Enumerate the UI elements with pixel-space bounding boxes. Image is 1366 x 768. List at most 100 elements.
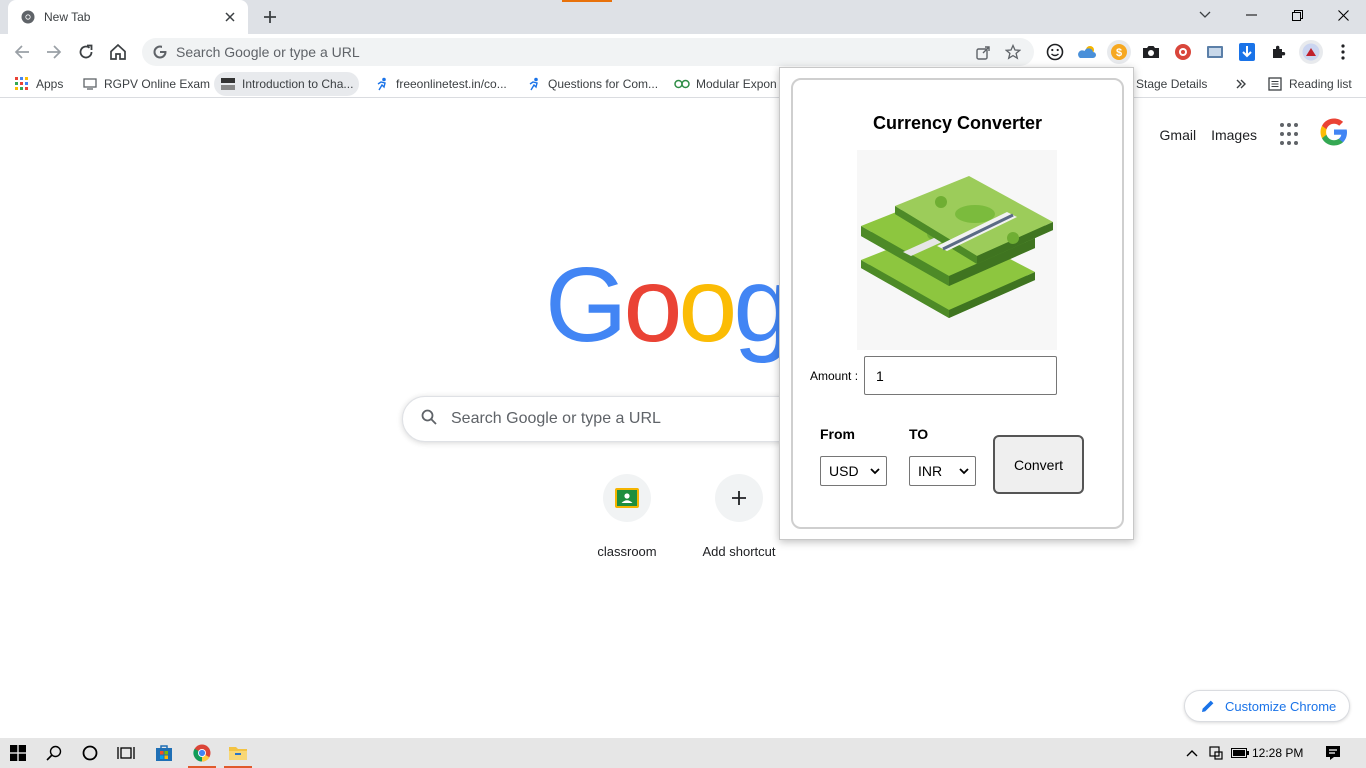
file-explorer-icon[interactable] xyxy=(220,738,256,768)
geeks-icon xyxy=(674,76,690,92)
taskbar-chrome-icon[interactable] xyxy=(184,738,220,768)
google-logo: Googl xyxy=(545,246,812,364)
classroom-icon xyxy=(603,474,651,522)
amount-value: 1 xyxy=(876,367,884,384)
currency-converter-extension-icon[interactable]: $ xyxy=(1107,40,1131,64)
cortana-icon[interactable] xyxy=(72,738,108,768)
more-bookmarks-chevron-icon[interactable] xyxy=(1230,72,1252,96)
ntp-search-placeholder: Search Google or type a URL xyxy=(451,410,661,427)
reload-icon[interactable] xyxy=(72,38,100,66)
bookmarks-bar: Apps RGPV Online Exam Introduction to Ch… xyxy=(0,70,1366,98)
download-extension-icon[interactable] xyxy=(1235,40,1259,64)
bookmark-label: RGPV Online Exam xyxy=(104,77,211,91)
bookmark-introduction-to-cha[interactable]: Introduction to Cha... xyxy=(214,72,360,96)
customize-label: Customize Chrome xyxy=(1225,698,1337,714)
svg-text:$: $ xyxy=(1116,47,1122,59)
bookmark-label: Reading list xyxy=(1289,77,1352,91)
bookmark-freeonlinetest[interactable]: freeonlinetest.in/co... xyxy=(368,72,513,96)
profile-avatar-icon[interactable] xyxy=(1299,40,1323,64)
chrome-icon xyxy=(20,9,36,25)
logo-letter: o xyxy=(623,246,682,364)
bookmark-label: Stage Details xyxy=(1136,77,1208,91)
smiley-extension-icon[interactable] xyxy=(1043,40,1067,64)
bookmark-label: Introduction to Cha... xyxy=(242,77,354,91)
taskbar-search-icon[interactable] xyxy=(36,738,72,768)
chevron-down-icon xyxy=(959,468,969,475)
forward-icon[interactable] xyxy=(40,38,68,66)
bookmark-label: Modular Expon xyxy=(696,77,777,91)
ntp-top-links: Gmail Images xyxy=(1160,116,1350,153)
from-currency-value: USD xyxy=(829,463,859,479)
bookmark-modular-expon[interactable]: Modular Expon xyxy=(668,72,783,96)
notifications-icon[interactable] xyxy=(1320,738,1346,768)
weather-extension-icon[interactable] xyxy=(1075,40,1099,64)
to-currency-value: INR xyxy=(918,463,943,479)
restore-icon[interactable] xyxy=(1274,0,1320,30)
apps-grid-icon xyxy=(14,76,30,92)
bookmark-apps[interactable]: Apps xyxy=(8,72,69,96)
bookmark-reading-list[interactable]: Reading list xyxy=(1261,72,1358,96)
bookmark-rgpv-online-exam[interactable]: RGPV Online Exam xyxy=(76,72,216,96)
convert-button[interactable]: Convert xyxy=(993,435,1084,494)
converter-card: Currency Converter Amount: 1 From TO US… xyxy=(791,78,1124,529)
pencil-icon xyxy=(1201,699,1215,713)
plus-icon xyxy=(715,474,763,522)
tab-title: New Tab xyxy=(44,10,91,24)
network-icon[interactable] xyxy=(1206,738,1226,768)
address-bar-placeholder: Search Google or type a URL xyxy=(176,44,360,60)
home-icon[interactable] xyxy=(104,38,132,66)
back-icon[interactable] xyxy=(8,38,36,66)
windows-start-icon[interactable] xyxy=(0,738,36,768)
bookmark-label: freeonlinetest.in/co... xyxy=(396,77,507,91)
screen-recorder-extension-icon[interactable] xyxy=(1171,40,1195,64)
camera-extension-icon[interactable] xyxy=(1139,40,1163,64)
screenshot-extension-icon[interactable] xyxy=(1203,40,1227,64)
tray-chevron-up-icon[interactable] xyxy=(1182,738,1202,768)
google-apps-icon[interactable] xyxy=(1280,122,1304,147)
recording-indicator xyxy=(562,0,612,2)
to-label: TO xyxy=(909,426,929,442)
bookmark-label: Apps xyxy=(36,77,64,91)
bookmark-star-icon[interactable] xyxy=(1002,41,1024,63)
address-bar[interactable]: Search Google or type a URL xyxy=(142,38,1034,66)
new-tab-button[interactable] xyxy=(258,5,282,29)
browser-toolbar: Search Google or type a URL $ xyxy=(0,34,1366,70)
tab-search-icon[interactable] xyxy=(1182,0,1228,30)
chrome-menu-icon[interactable] xyxy=(1331,40,1355,64)
images-link[interactable]: Images xyxy=(1211,127,1257,143)
task-view-icon[interactable] xyxy=(108,738,144,768)
tab-new-tab[interactable]: New Tab xyxy=(8,0,248,34)
gmail-link[interactable]: Gmail xyxy=(1160,127,1197,143)
store-icon[interactable] xyxy=(146,738,182,768)
tab-strip: New Tab xyxy=(0,0,1366,34)
shortcut-label: classroom xyxy=(597,544,657,559)
to-currency-select[interactable]: INR xyxy=(909,456,976,486)
search-icon xyxy=(421,409,437,430)
bookmark-questions-for-com[interactable]: Questions for Com... xyxy=(520,72,664,96)
runner-icon xyxy=(526,76,542,92)
skills-icon xyxy=(220,76,236,92)
window-controls xyxy=(1182,0,1366,30)
google-g-icon xyxy=(152,44,168,60)
close-window-icon[interactable] xyxy=(1320,0,1366,30)
amount-input[interactable]: 1 xyxy=(864,356,1057,395)
google-account-icon[interactable] xyxy=(1318,116,1350,153)
taskbar-clock[interactable]: 12:28 PM xyxy=(1252,738,1303,768)
extensions-puzzle-icon[interactable] xyxy=(1267,40,1291,64)
customize-chrome-button[interactable]: Customize Chrome xyxy=(1184,690,1350,722)
convert-label: Convert xyxy=(1013,456,1064,473)
monitor-icon xyxy=(82,76,98,92)
currency-converter-popup: Currency Converter Amount: 1 From TO US… xyxy=(779,67,1134,540)
bookmark-label: Questions for Com... xyxy=(548,77,659,91)
shortcut-label: Add shortcut xyxy=(702,544,776,559)
from-currency-select[interactable]: USD xyxy=(820,456,887,486)
bookmark-stage-details[interactable]: Stage Details xyxy=(1130,72,1213,96)
money-stack-image xyxy=(857,150,1057,350)
minimize-icon[interactable] xyxy=(1228,0,1274,30)
shortcut-classroom[interactable]: classroom xyxy=(571,474,683,559)
share-icon[interactable] xyxy=(972,41,994,63)
battery-icon[interactable] xyxy=(1229,738,1251,768)
chevron-down-icon xyxy=(870,468,880,475)
windows-taskbar: 12:28 PM xyxy=(0,738,1366,768)
tab-close-icon[interactable] xyxy=(222,9,238,25)
